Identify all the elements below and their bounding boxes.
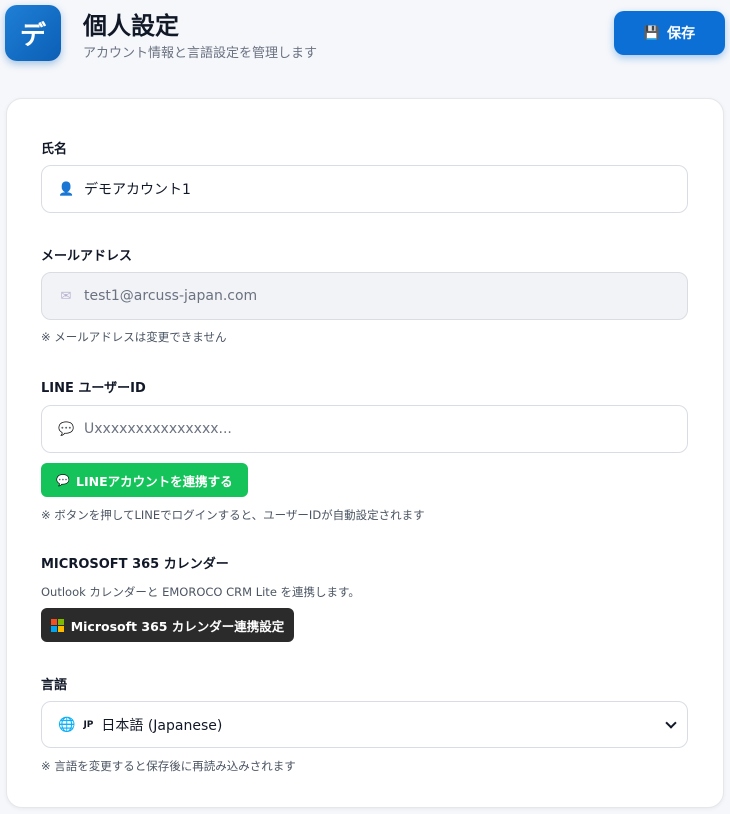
language-selected-value: 日本語 (Japanese) [101, 717, 223, 734]
globe-icon: 🌐 [58, 716, 76, 733]
line-id-input[interactable] [84, 421, 644, 437]
page-subtitle: アカウント情報と言語設定を管理します [83, 46, 318, 61]
user-icon: 👤 [58, 181, 75, 197]
language-note: ※ 言語を変更すると保存後に再読み込みされます [41, 759, 296, 773]
microsoft-logo-icon [50, 618, 64, 632]
email-label: メールアドレス [41, 249, 133, 264]
microsoft-label: MICROSOFT 365 カレンダー [41, 557, 229, 572]
microsoft-connect-button[interactable]: Microsoft 365 カレンダー連携設定 [41, 608, 294, 642]
line-id-field[interactable]: 💬 [41, 405, 688, 453]
line-note: ※ ボタンを押してLINEでログインすると、ユーザーIDが自動設定されます [41, 508, 425, 522]
language-select[interactable]: 🌐 JP 日本語 (Japanese) [41, 701, 688, 748]
email-note: ※ メールアドレスは変更できません [41, 330, 227, 344]
microsoft-connect-label: Microsoft 365 カレンダー連携設定 [70, 618, 285, 634]
save-button-label: 保存 [667, 26, 696, 42]
chevron-down-icon [665, 716, 677, 729]
envelope-icon: ✉ [60, 288, 72, 304]
email-field[interactable]: ✉ [41, 272, 688, 320]
app-logo: デ [5, 5, 61, 61]
floppy-disk-icon: 💾 [643, 25, 661, 41]
line-label: LINE ユーザーID [41, 381, 146, 396]
page-header: デ 個人設定 アカウント情報と言語設定を管理します 💾 保存 [0, 0, 730, 80]
flag-label: JP [83, 719, 94, 730]
microsoft-description: Outlook カレンダーと EMOROCO CRM Lite を連携します。 [41, 585, 360, 599]
save-button[interactable]: 💾 保存 [614, 11, 725, 55]
line-connect-button[interactable]: 💬 LINEアカウントを連携する [41, 463, 248, 497]
name-input[interactable] [84, 181, 644, 197]
language-label: 言語 [41, 678, 68, 693]
page-title: 個人設定 [83, 12, 179, 40]
name-field[interactable]: 👤 [41, 165, 688, 213]
name-label: 氏名 [41, 142, 68, 157]
line-connect-label: LINEアカウントを連携する [76, 473, 233, 489]
speech-bubble-icon: 💬 [58, 421, 75, 437]
speech-bubble-icon: 💬 [56, 473, 71, 487]
email-input[interactable] [84, 288, 644, 304]
